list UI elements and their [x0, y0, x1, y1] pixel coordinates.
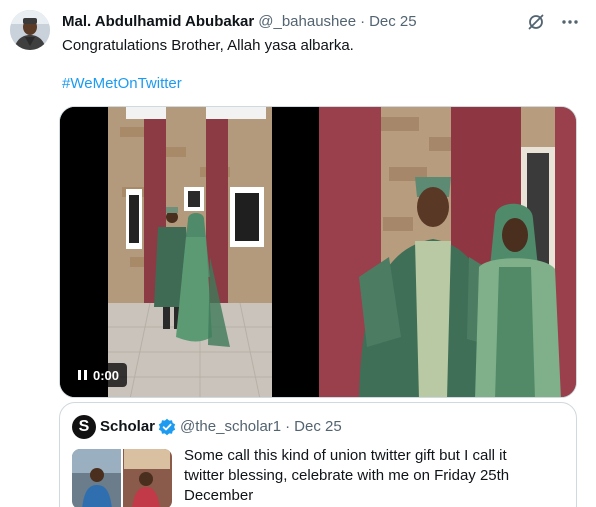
author-name[interactable]: Mal. Abdulhamid Abubakar	[62, 12, 254, 32]
quoted-tweet[interactable]: S Scholar @the_scholar1 · Dec 25 Some ca…	[59, 402, 577, 507]
more-icon[interactable]	[560, 12, 580, 32]
header-actions	[526, 12, 580, 32]
photo-image[interactable]	[319, 107, 576, 397]
tweet-date[interactable]: Dec 25	[369, 12, 417, 32]
author-handle[interactable]: @_bahaushee	[258, 12, 356, 32]
tweet-header: Mal. Abdulhamid Abubakar @_bahaushee · D…	[62, 12, 417, 32]
quoted-author-avatar[interactable]: S	[72, 415, 96, 439]
video-duration-badge[interactable]: 0:00	[70, 363, 128, 387]
quoted-tweet-thumbnail[interactable]	[72, 449, 172, 507]
quoted-author-handle[interactable]: @the_scholar1	[180, 417, 281, 437]
hashtag-link[interactable]: #WeMetOnTwitter	[62, 74, 182, 94]
couple-photo	[319, 107, 576, 397]
verified-badge-icon	[158, 418, 176, 436]
quoted-tweet-header: S Scholar @the_scholar1 · Dec 25	[72, 415, 342, 439]
grok-icon[interactable]	[526, 12, 546, 32]
pause-icon	[78, 370, 87, 380]
tweet-text: Congratulations Brother, Allah yasa alba…	[62, 37, 354, 54]
video-duration: 0:00	[93, 367, 120, 383]
quoted-author-name[interactable]: Scholar	[100, 417, 155, 437]
video-player[interactable]: 0:00	[60, 107, 317, 397]
author-avatar[interactable]	[10, 10, 50, 50]
separator-dot: ·	[285, 418, 291, 435]
video-thumbnail	[60, 107, 317, 397]
tweet-media: 0:00	[59, 106, 577, 398]
quoted-tweet-date[interactable]: Dec 25	[294, 417, 342, 437]
quoted-tweet-text: Some call this kind of union twitter gif…	[184, 447, 510, 504]
separator-dot: ·	[360, 13, 366, 30]
